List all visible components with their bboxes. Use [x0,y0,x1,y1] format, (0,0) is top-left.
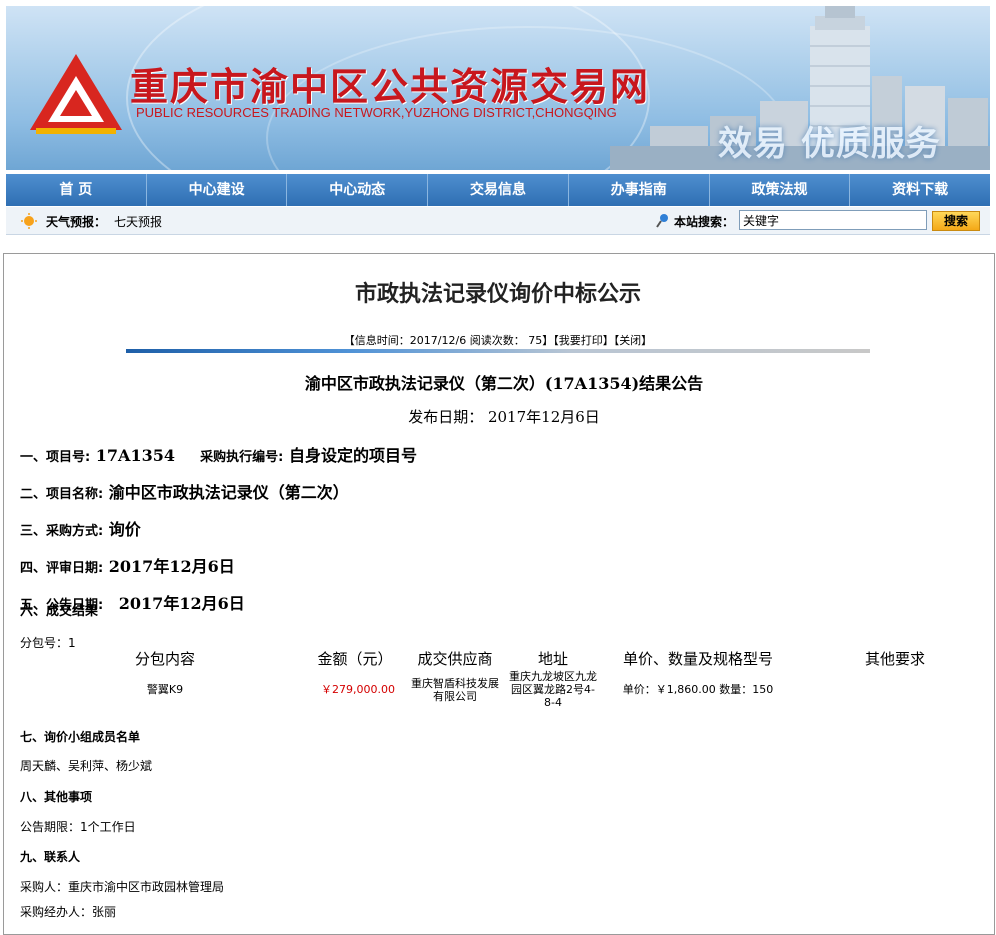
procurement-method-label: 三、采购方式: [20,524,104,539]
sun-icon [21,213,37,229]
publish-date: 发布日期： 2017年12月6日 [408,408,600,426]
table-cell-spec: 单价：￥1,860.00 数量：150 [622,683,774,696]
procurement-method-row: 三、采购方式: 询价 [20,516,141,540]
nav-item-center-news[interactable]: 中心动态 [287,174,429,206]
review-date-value: 2017年12月6日 [108,557,235,576]
project-number-row: 一、项目号: 17A1354 采购执行编号: 自身设定的项目号 [20,442,417,466]
nav-item-downloads[interactable]: 资料下载 [850,174,990,206]
article-info-line[interactable]: 【信息时间：2017/12/6 阅读次数： 75】【我要打印】【关闭】 [0,332,996,348]
review-date-label: 四、评审日期: [20,561,104,576]
section-9-title: 九、联系人 [20,850,81,864]
result-heading-row: 六、成交结果 [20,600,98,619]
project-name-label: 二、项目名称: [20,487,104,502]
procurement-method-value: 询价 [108,520,141,539]
table-header-spec: 单价、数量及规格型号 [622,650,773,668]
project-name-value: 渝中区市政执法记录仪（第二次） [108,483,349,502]
contact-purchaser: 采购人：重庆市渝中区市政园林管理局 [20,880,225,894]
table-cell-address: 重庆九龙坡区九龙园区翼龙路2号4-8-4 [509,670,597,709]
section-8-text: 公告期限：1个工作日 [20,820,136,834]
weather-label: 天气预报： [46,215,107,229]
section-8-title: 八、其他事项 [20,790,93,804]
execution-number-value: 自身设定的项目号 [288,446,417,465]
site-title: 重庆市渝中区公共资源交易网 [130,65,651,109]
search-icon [656,214,668,228]
nav-item-policies[interactable]: 政策法规 [710,174,851,206]
project-number-label: 一、项目号: [20,450,91,465]
nav-item-service-guide[interactable]: 办事指南 [569,174,710,206]
project-number-value: 17A1354 [95,446,175,465]
nav-item-home[interactable]: 首 页 [6,174,147,206]
table-header-content: 分包内容 [134,650,195,668]
title-divider [126,349,870,353]
banner-slogan: 效易 优质服务 [718,124,941,164]
table-header-address: 地址 [537,650,568,668]
table-header-other: 其他要求 [864,650,925,668]
search-button[interactable]: 搜索 [932,211,980,231]
announcement-title: 渝中区市政执法记录仪（第二次）(17A1354)结果公告 [304,374,704,393]
section-7-text: 周天麟、吴利萍、杨少斌 [20,759,153,773]
table-header-amount: 金额（元） [317,650,393,668]
package-number: 分包号：1 [20,636,76,650]
review-date-row: 四、评审日期: 2017年12月6日 [20,553,235,577]
seven-day-forecast-link[interactable]: 七天预报 [114,213,162,230]
page-title: 市政执法记录仪询价中标公示 [354,282,641,307]
announcement-date-value: 2017年12月6日 [118,594,245,613]
project-name-row: 二、项目名称: 渝中区市政执法记录仪（第二次） [20,479,349,503]
result-heading: 六、成交结果 [20,604,99,619]
nav-item-center-construction[interactable]: 中心建设 [147,174,288,206]
main-nav: 首 页 中心建设 中心动态 交易信息 办事指南 政策法规 资料下载 [6,174,990,206]
search-label: 本站搜索： [674,215,735,229]
utility-bar: 天气预报： 七天预报 本站搜索： 搜索 [6,207,990,235]
contact-handler: 采购经办人：张丽 [20,905,117,919]
execution-number-label: 采购执行编号: [200,450,284,465]
table-cell-supplier: 重庆智盾科技发展有限公司 [411,677,499,703]
site-subtitle: PUBLIC RESOURCES TRADING NETWORK,YUZHONG… [136,105,617,120]
search-input[interactable] [739,210,927,230]
site-banner: 重庆市渝中区公共资源交易网 PUBLIC RESOURCES TRADING N… [6,6,990,170]
section-7-title: 七、询价小组成员名单 [20,730,141,744]
table-cell-amount: ￥279,000.00 [321,683,395,696]
site-logo[interactable] [26,50,126,136]
table-header-supplier: 成交供应商 [417,650,493,668]
table-cell-content: 警翼K9 [146,683,184,696]
nav-item-trading-info[interactable]: 交易信息 [428,174,569,206]
